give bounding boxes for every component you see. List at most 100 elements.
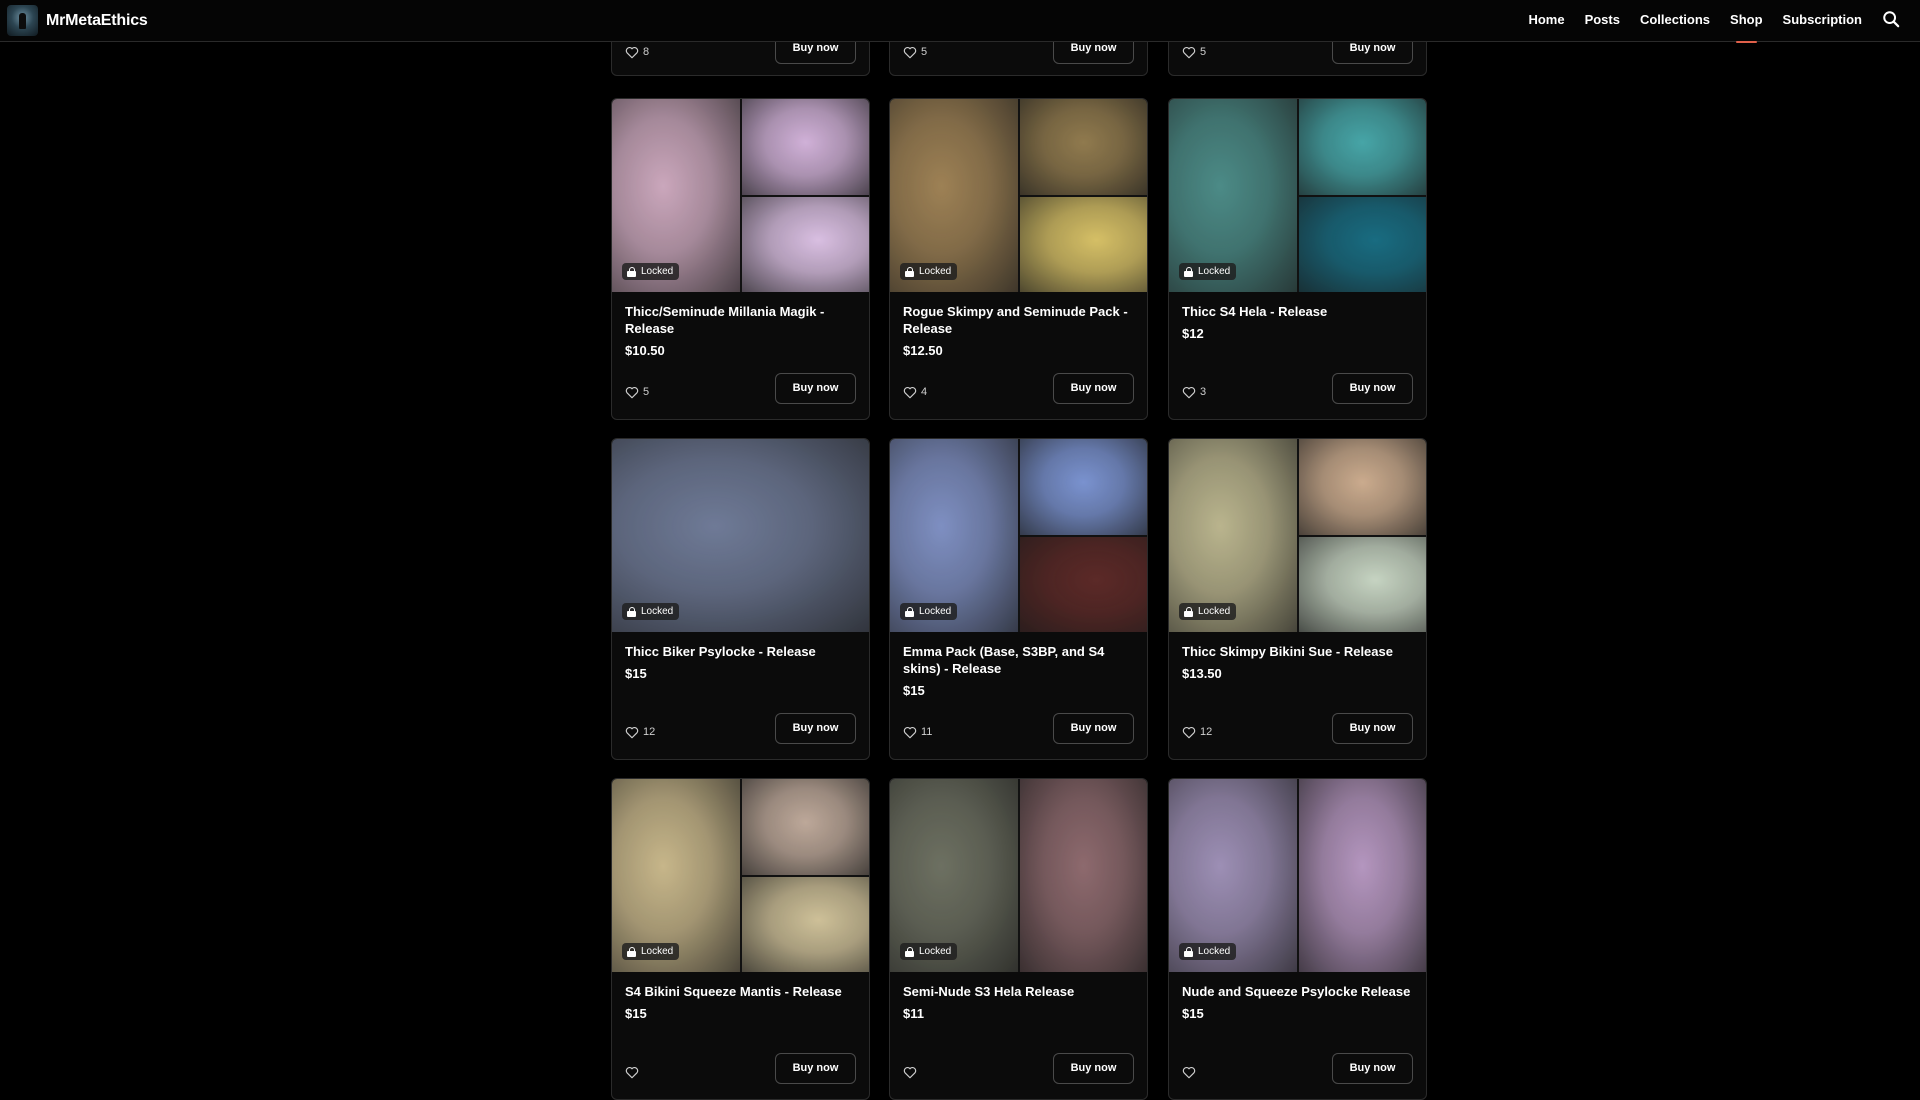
product-title[interactable]: Emma Pack (Base, S3BP, and S4 skins) - R… [903,643,1134,677]
buy-now-button[interactable]: Buy now [775,712,856,744]
product-title[interactable]: Thicc/Seminude Millania Magik - Release [625,303,856,337]
buy-now-button[interactable]: Buy now [1332,1052,1413,1084]
locked-badge: Locked [900,943,958,960]
like-button[interactable]: 11 [903,726,932,739]
heart-icon [903,1066,917,1078]
product-preview-image [1019,99,1147,195]
product-preview-image [1298,536,1426,632]
product-preview-image [1298,196,1426,292]
product-preview-image [1298,779,1426,972]
product-price: $13.50 [1182,666,1222,681]
product-thumbnail[interactable]: Locked [612,439,869,632]
product-card[interactable]: Locked Emma Pack (Base, S3BP, and S4 skin… [889,438,1148,760]
locked-badge: Locked [900,263,958,280]
like-button[interactable]: 5 [625,386,649,399]
product-title[interactable]: Nude and Squeeze Psylocke Release [1182,983,1413,1000]
creator-avatar[interactable] [7,5,38,36]
product-card[interactable]: Locked Thicc S4 Hela - Release $12 3 Buy now [1168,98,1427,420]
product-card[interactable]: Locked Thicc Biker Psylocke - Release $15 1… [611,438,870,760]
buy-now-button[interactable]: Buy now [775,372,856,404]
like-count: 5 [643,386,650,398]
brand-link[interactable]: MrMetaEthics [7,5,148,36]
like-count: 8 [643,46,650,58]
locked-label: Locked [1198,266,1231,277]
like-button[interactable]: 8 [625,46,649,59]
like-button[interactable] [903,1066,921,1079]
product-card[interactable]: Locked Thicc/Seminude Millania Magik - Re… [611,98,870,420]
locked-badge: Locked [1179,603,1237,620]
product-title[interactable]: Thicc S4 Hela - Release [1182,303,1413,320]
locked-label: Locked [1198,946,1231,957]
product-thumbnail[interactable]: Locked [1169,779,1426,972]
heart-icon [1182,726,1196,738]
product-card[interactable]: Locked Thicc Skimpy Bikini Sue - Release $… [1168,438,1427,760]
lock-icon [1184,946,1193,957]
product-thumbnail[interactable]: Locked [890,779,1147,972]
product-price: $12 [1182,326,1204,341]
buy-now-button[interactable]: Buy now [775,1052,856,1084]
like-button[interactable]: 5 [1182,46,1206,59]
lock-icon [905,946,914,957]
like-button[interactable] [1182,1066,1200,1079]
heart-icon [903,386,917,398]
nav-posts[interactable]: Posts [1585,0,1620,42]
locked-badge: Locked [622,943,680,960]
product-title[interactable]: Rogue Skimpy and Seminude Pack - Release [903,303,1134,337]
search-icon [1883,11,1900,28]
search-button[interactable] [1882,10,1904,32]
main-nav: Home Posts Collections Shop Subscription [1528,0,1920,43]
like-button[interactable] [625,1066,643,1079]
like-count: 3 [1200,386,1207,398]
locked-label: Locked [919,946,952,957]
creator-name[interactable]: MrMetaEthics [46,12,148,30]
like-button[interactable]: 12 [1182,726,1212,739]
product-preview-image [741,779,869,875]
locked-badge: Locked [1179,943,1237,960]
product-thumbnail[interactable]: Locked [612,99,869,292]
product-card[interactable]: Locked Nude and Squeeze Psylocke Release $… [1168,778,1427,1100]
locked-label: Locked [641,606,674,617]
product-thumbnail[interactable]: Locked [612,779,869,972]
nav-shop[interactable]: Shop [1730,0,1763,43]
heart-icon [625,386,639,398]
product-thumbnail[interactable]: Locked [1169,99,1426,292]
heart-icon [625,726,639,738]
product-price: $15 [1182,1006,1204,1021]
like-button[interactable]: 5 [903,46,927,59]
product-title[interactable]: Thicc Skimpy Bikini Sue - Release [1182,643,1413,660]
lock-icon [627,606,636,617]
heart-icon [903,46,917,58]
product-title[interactable]: Thicc Biker Psylocke - Release [625,643,856,660]
locked-label: Locked [641,266,674,277]
locked-label: Locked [641,946,674,957]
product-preview-image [741,99,869,195]
product-title[interactable]: S4 Bikini Squeeze Mantis - Release [625,983,856,1000]
product-title[interactable]: Semi-Nude S3 Hela Release [903,983,1134,1000]
locked-label: Locked [919,606,952,617]
buy-now-button[interactable]: Buy now [1053,1052,1134,1084]
product-preview-image [741,876,869,972]
buy-now-button[interactable]: Buy now [1053,712,1134,744]
product-card[interactable]: Locked Rogue Skimpy and Seminude Pack - R… [889,98,1148,420]
buy-now-button[interactable]: Buy now [1053,372,1134,404]
product-card[interactable]: Locked Semi-Nude S3 Hela Release $11 Buy no… [889,778,1148,1100]
product-preview-image [1298,439,1426,535]
product-thumbnail[interactable]: Locked [890,99,1147,292]
like-button[interactable]: 12 [625,726,655,739]
buy-now-button[interactable]: Buy now [1332,712,1413,744]
like-button[interactable]: 3 [1182,386,1206,399]
heart-icon [625,46,639,58]
product-price: $15 [903,683,925,698]
product-card[interactable]: Locked S4 Bikini Squeeze Mantis - Release… [611,778,870,1100]
locked-badge: Locked [622,263,680,280]
nav-collections[interactable]: Collections [1640,0,1710,42]
like-button[interactable]: 4 [903,386,927,399]
product-thumbnail[interactable]: Locked [1169,439,1426,632]
nav-subscription[interactable]: Subscription [1783,0,1862,42]
nav-home[interactable]: Home [1528,0,1564,42]
locked-badge: Locked [900,603,958,620]
buy-now-button[interactable]: Buy now [1332,372,1413,404]
product-thumbnail[interactable]: Locked [890,439,1147,632]
product-preview-image [1019,439,1147,535]
lock-icon [627,266,636,277]
